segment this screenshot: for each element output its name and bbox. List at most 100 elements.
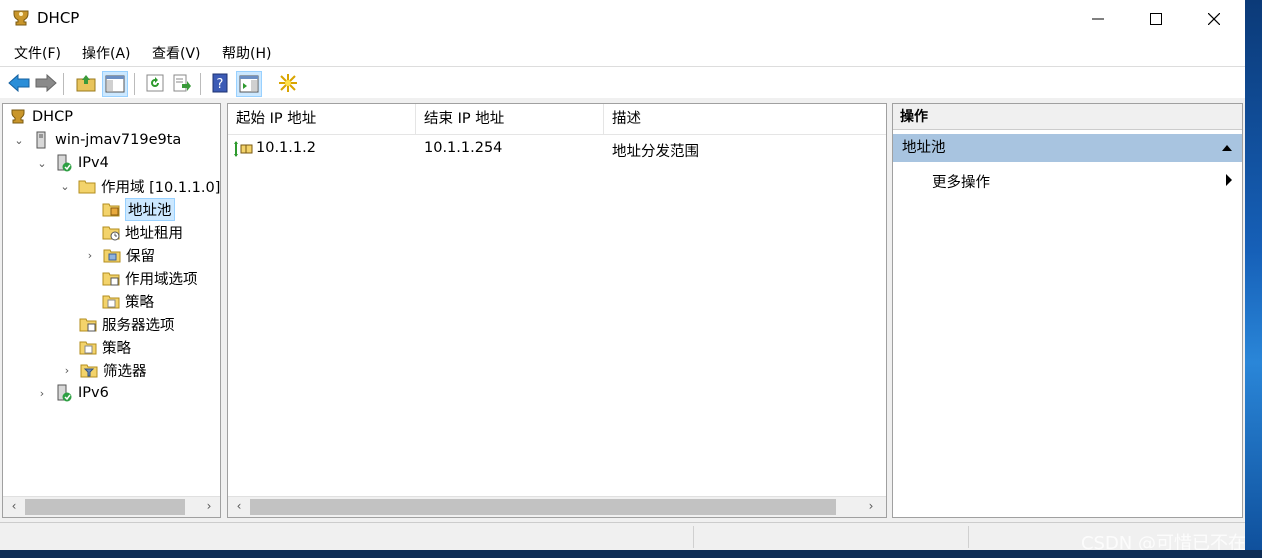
forward-button[interactable] — [34, 71, 58, 95]
scroll-left-arrow-icon[interactable]: ‹ — [230, 499, 248, 513]
back-button[interactable] — [7, 71, 31, 95]
menu-action[interactable]: 操作(A) — [82, 43, 131, 63]
export-list-button[interactable] — [170, 71, 194, 95]
policy-icon — [102, 292, 120, 310]
menu-file[interactable]: 文件(F) — [14, 43, 61, 63]
tree-item-server-options[interactable]: 服务器选项 — [79, 313, 175, 335]
column-header-start-ip[interactable]: 起始 IP 地址 — [228, 104, 416, 134]
tree-item-ipv6[interactable]: › IPv6 — [35, 382, 109, 404]
toolbar-separator — [134, 73, 135, 95]
scroll-right-arrow-icon[interactable]: › — [862, 499, 880, 513]
action-pane: 操作 地址池 更多操作 — [892, 103, 1243, 518]
tree-label: 服务器选项 — [102, 317, 175, 334]
dhcp-window: DHCP 文件(F) 操作(A) 查看(V) 帮助(H) ? DHCP ⌄ wi… — [0, 0, 1245, 551]
toolbar-separator — [200, 73, 201, 95]
close-button[interactable] — [1185, 0, 1243, 38]
refresh-button[interactable] — [143, 71, 167, 95]
server-options-icon — [79, 315, 97, 333]
column-header-description[interactable]: 描述 — [604, 104, 886, 134]
tree-label: 保留 — [126, 248, 155, 265]
cell-description: 地址分发范围 — [612, 144, 699, 160]
list-horizontal-scrollbar[interactable]: ‹ › — [228, 496, 886, 517]
ipv4-server-check-icon — [55, 154, 73, 172]
tree-label: 地址租用 — [125, 225, 183, 242]
tree-item-scope-policies[interactable]: 策略 — [102, 290, 154, 312]
action-section-header[interactable]: 地址池 — [893, 134, 1242, 162]
tree-item-scope[interactable]: ⌄ 作用域 [10.1.1.0] — [58, 175, 220, 197]
expanded-chevron-icon[interactable]: ⌄ — [58, 180, 72, 193]
action-more-actions[interactable]: 更多操作 — [932, 171, 990, 192]
svg-text:?: ? — [217, 77, 224, 92]
collapsed-chevron-icon[interactable]: › — [35, 387, 49, 400]
address-leases-icon — [102, 223, 120, 241]
tree-label: 筛选器 — [103, 363, 147, 380]
tree-label-selected: 地址池 — [125, 197, 175, 221]
address-pool-icon — [102, 200, 120, 218]
tree-item-reservations[interactable]: › 保留 — [83, 244, 155, 266]
tree-item-filters[interactable]: › 筛选器 — [60, 359, 147, 381]
tree-label: 作用域 [10.1.1.0] — [101, 179, 221, 196]
policy-icon — [79, 338, 97, 356]
tree-label: win-jmav719e9ta — [55, 132, 182, 148]
action-pane-title: 操作 — [893, 104, 1242, 130]
expanded-chevron-icon[interactable]: ⌄ — [12, 134, 26, 147]
tree-label: 策略 — [125, 294, 154, 311]
cell-start-ip: 10.1.1.2 — [256, 140, 316, 156]
cell-end-ip: 10.1.1.254 — [424, 140, 503, 156]
tree-item-address-pool[interactable]: 地址池 — [102, 197, 175, 221]
show-hide-action-pane-button[interactable] — [236, 71, 262, 97]
scrollbar-thumb[interactable] — [250, 499, 836, 515]
collapsed-chevron-icon[interactable]: › — [60, 364, 74, 377]
tree-item-policies[interactable]: 策略 — [79, 336, 131, 358]
star-burst-icon — [279, 74, 297, 92]
desktop-background — [1245, 0, 1262, 558]
folder-icon — [78, 177, 96, 195]
scrollbar-thumb[interactable] — [25, 499, 185, 515]
menu-view[interactable]: 查看(V) — [152, 43, 201, 63]
refresh-icon — [146, 74, 164, 92]
menu-help[interactable]: 帮助(H) — [222, 43, 271, 63]
tree-item-dhcp[interactable]: DHCP — [9, 106, 73, 128]
tree-item-ipv4[interactable]: ⌄ IPv4 — [35, 152, 109, 174]
status-segment — [693, 526, 969, 548]
up-level-button[interactable] — [74, 71, 98, 95]
reservations-icon — [103, 246, 121, 264]
tree-label: IPv4 — [78, 155, 109, 171]
collapse-triangle-icon[interactable] — [1222, 134, 1232, 162]
menu-bar: 文件(F) 操作(A) 查看(V) 帮助(H) — [0, 38, 1245, 66]
submenu-arrow-icon[interactable] — [1226, 174, 1232, 190]
server-icon — [32, 131, 50, 149]
maximize-button[interactable] — [1127, 0, 1185, 38]
dhcp-root-icon — [9, 108, 27, 126]
expanded-chevron-icon[interactable]: ⌄ — [35, 157, 49, 170]
console-tree-pane: DHCP ⌄ win-jmav719e9ta ⌄ IPv4 ⌄ 作用域 [10.… — [2, 103, 221, 518]
collapsed-chevron-icon[interactable]: › — [83, 249, 97, 262]
window-title: DHCP — [37, 9, 80, 27]
new-scope-button[interactable] — [276, 71, 300, 95]
list-header: 起始 IP 地址 结束 IP 地址 描述 — [228, 104, 886, 135]
tree-item-server[interactable]: ⌄ win-jmav719e9ta — [12, 129, 181, 151]
tree-label: 作用域选项 — [125, 271, 198, 288]
scroll-left-arrow-icon[interactable]: ‹ — [5, 499, 23, 513]
title-bar: DHCP — [0, 0, 1245, 38]
main-area: DHCP ⌄ win-jmav719e9ta ⌄ IPv4 ⌄ 作用域 [10.… — [0, 98, 1245, 522]
tree-item-scope-options[interactable]: 作用域选项 — [102, 267, 198, 289]
taskbar — [0, 550, 1262, 558]
scroll-right-arrow-icon[interactable]: › — [200, 499, 218, 513]
help-button[interactable]: ? — [208, 71, 232, 95]
back-arrow-icon — [8, 74, 30, 92]
address-range-icon — [233, 140, 253, 158]
export-list-icon — [173, 74, 191, 92]
tree-label: IPv6 — [78, 385, 109, 401]
column-header-end-ip[interactable]: 结束 IP 地址 — [416, 104, 604, 134]
folder-up-icon — [76, 75, 96, 92]
minimize-button[interactable] — [1069, 0, 1127, 38]
action-pane-icon — [239, 75, 259, 93]
toolbar: ? — [0, 66, 1245, 99]
tree-label: 策略 — [102, 340, 131, 357]
tree-item-leases[interactable]: 地址租用 — [102, 221, 183, 243]
result-list-pane: 起始 IP 地址 结束 IP 地址 描述 10.1.1.2 10.1.1.254… — [227, 103, 887, 518]
filter-icon — [80, 361, 98, 379]
tree-horizontal-scrollbar[interactable]: ‹ › — [3, 496, 220, 517]
show-hide-tree-button[interactable] — [102, 71, 128, 97]
